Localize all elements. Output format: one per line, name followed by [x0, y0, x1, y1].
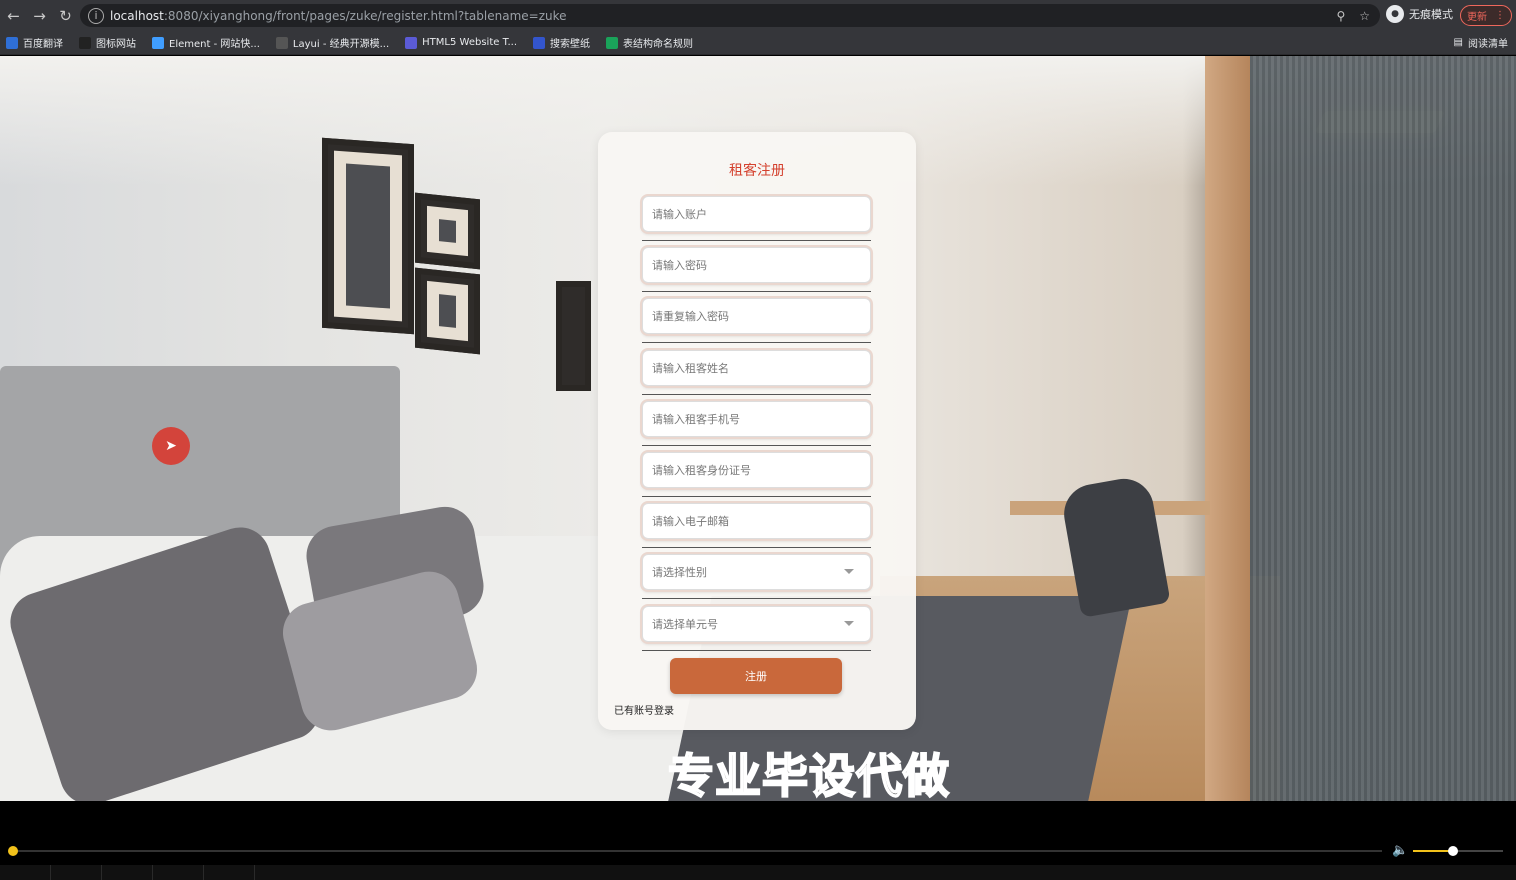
bookmark-label: 搜索壁纸 — [550, 39, 591, 50]
incognito-icon: ● — [1386, 5, 1404, 23]
register-title: 租客注册 — [729, 163, 785, 179]
volume-fill — [1413, 850, 1449, 852]
bookmark-label: 图标网站 — [96, 39, 136, 50]
field-placeholder: 请输入密码 — [652, 259, 707, 273]
field-placeholder: 请选择性别 — [652, 566, 707, 580]
field-placeholder: 请输入电子邮箱 — [652, 515, 729, 529]
forward-arrow-icon[interactable]: → — [27, 3, 52, 28]
bookmark-item[interactable]: 搜索壁纸 — [533, 35, 590, 50]
text-input[interactable]: 请输入租客姓名 — [642, 349, 871, 386]
bookmark-item[interactable]: 图标网站 — [79, 35, 136, 50]
bookmark-favicon-icon — [152, 36, 164, 49]
field-underline — [642, 342, 871, 344]
thumbnail[interactable] — [51, 865, 102, 880]
bookmark-label: 百度翻译 — [23, 39, 63, 50]
bookmark-item[interactable]: HTML5 Website T... — [405, 36, 518, 49]
field-placeholder: 请输入租客姓名 — [652, 361, 729, 375]
incognito-profile[interactable]: ● 无痕模式 — [1386, 5, 1453, 23]
text-input[interactable]: 请输入账户 — [642, 196, 871, 232]
volume-knob[interactable] — [1448, 846, 1458, 856]
bookmark-item[interactable]: Element - 网站快... — [152, 35, 260, 50]
watermark-text: 专业毕设代做 — [667, 748, 950, 801]
dropdown-caret-icon — [844, 569, 854, 575]
reload-icon[interactable]: ↻ — [53, 3, 78, 28]
bookmark-favicon-icon — [405, 36, 418, 49]
thumbnail-strip — [0, 865, 1516, 880]
volume-icon[interactable]: 🔈 — [1392, 843, 1408, 858]
text-input[interactable]: 请输入电子邮箱 — [642, 503, 871, 540]
field-underline — [642, 547, 871, 549]
select-field[interactable]: 请选择性别 — [642, 554, 871, 591]
bookmark-label: HTML5 Website T... — [422, 37, 518, 48]
field-underline — [642, 496, 871, 497]
field-placeholder: 请重复输入密码 — [652, 310, 729, 324]
progress-track[interactable] — [12, 850, 1382, 852]
reading-list-icon: ▤ — [1453, 37, 1463, 48]
reading-list-button[interactable]: ▤ 阅读清单 — [1454, 35, 1508, 50]
field-underline — [642, 240, 871, 241]
field-placeholder: 请输入租客身份证号 — [652, 464, 751, 477]
field-underline — [642, 649, 871, 651]
bookmark-favicon-icon — [275, 36, 288, 49]
field-underline — [642, 598, 871, 600]
background-picture-frame — [415, 267, 480, 355]
bookmark-label: Layui - 经典开源模... — [292, 39, 390, 50]
select-field[interactable]: 请选择单元号 — [642, 605, 871, 642]
bookmark-label: 表结构命名规则 — [623, 39, 694, 50]
page-viewport: ➤ 租客注册 注册 已有账号登录 请输入账户请输入密码请重复输入密码 请输入租客姓… — [0, 56, 1516, 801]
login-link[interactable]: 已有账号登录 — [614, 702, 674, 717]
site-info-icon[interactable]: i — [88, 7, 104, 24]
text-input[interactable]: 请输入密码 — [642, 247, 871, 284]
update-button[interactable]: 更新 ⋮ — [1460, 5, 1512, 26]
field-underline — [642, 291, 871, 293]
field-underline — [642, 444, 871, 446]
mouse-cursor-highlight: ➤ — [152, 427, 190, 465]
update-label: 更新 — [1467, 12, 1487, 23]
thumbnail[interactable] — [102, 865, 153, 880]
menu-dots-icon: ⋮ — [1495, 10, 1505, 21]
thumbnail[interactable] — [204, 865, 255, 880]
bookmark-favicon-icon — [533, 36, 546, 49]
bookmark-favicon-icon — [606, 36, 619, 49]
field-underline — [642, 393, 871, 395]
video-player-bar: 🔈 — [0, 801, 1516, 880]
bookmark-favicon-icon — [79, 36, 91, 49]
background-wood-panel — [1205, 56, 1250, 801]
url-text: localhost:8080/xiyanghong/front/pages/zu… — [110, 8, 567, 23]
register-card: 租客注册 注册 已有账号登录 请输入账户 请输入密码 请重复输入密码 请输入租客姓名请… — [598, 132, 916, 730]
bookmark-favicon-icon — [6, 36, 18, 49]
background-picture-frame — [556, 281, 591, 391]
field-placeholder: 请输入租客手机号 — [652, 412, 740, 426]
back-arrow-icon[interactable]: ← — [1, 3, 26, 28]
address-bar[interactable]: i localhost:8080/xiyanghong/front/pages/… — [80, 4, 1380, 27]
key-icon[interactable]: ⚲ — [1336, 9, 1345, 23]
bookmark-item[interactable]: Layui - 经典开源模... — [275, 35, 390, 50]
bookmark-label: Element - 网站快... — [169, 39, 260, 50]
reading-list-label: 阅读清单 — [1468, 39, 1508, 50]
field-placeholder: 请选择单元号 — [652, 617, 718, 631]
thumbnail[interactable] — [0, 865, 51, 880]
text-input[interactable]: 请重复输入密码 — [642, 298, 871, 335]
background-picture-frame — [415, 192, 480, 270]
field-placeholder: 请输入账户 — [652, 208, 707, 221]
dropdown-caret-icon — [844, 620, 854, 626]
background-picture-frame — [322, 137, 414, 335]
register-button[interactable]: 注册 — [670, 658, 842, 694]
bookmark-item[interactable]: 百度翻译 — [6, 35, 63, 50]
bookmark-item[interactable]: 表结构命名规则 — [606, 35, 693, 50]
text-input[interactable]: 请输入租客手机号 — [642, 400, 871, 437]
thumbnail[interactable] — [153, 865, 204, 880]
profile-label: 无痕模式 — [1409, 8, 1453, 21]
text-input[interactable]: 请输入租客身份证号 — [642, 452, 871, 488]
bookmarks-bar: 百度翻译 图标网站 Element - 网站快... Layui - 经典开源模...… — [0, 31, 1516, 55]
progress-knob[interactable] — [8, 846, 18, 856]
background-glass-door — [1250, 56, 1516, 801]
browser-toolbar: ← → ↻ i localhost:8080/xiyanghong/front/… — [0, 0, 1516, 31]
star-icon[interactable]: ☆ — [1359, 9, 1370, 23]
